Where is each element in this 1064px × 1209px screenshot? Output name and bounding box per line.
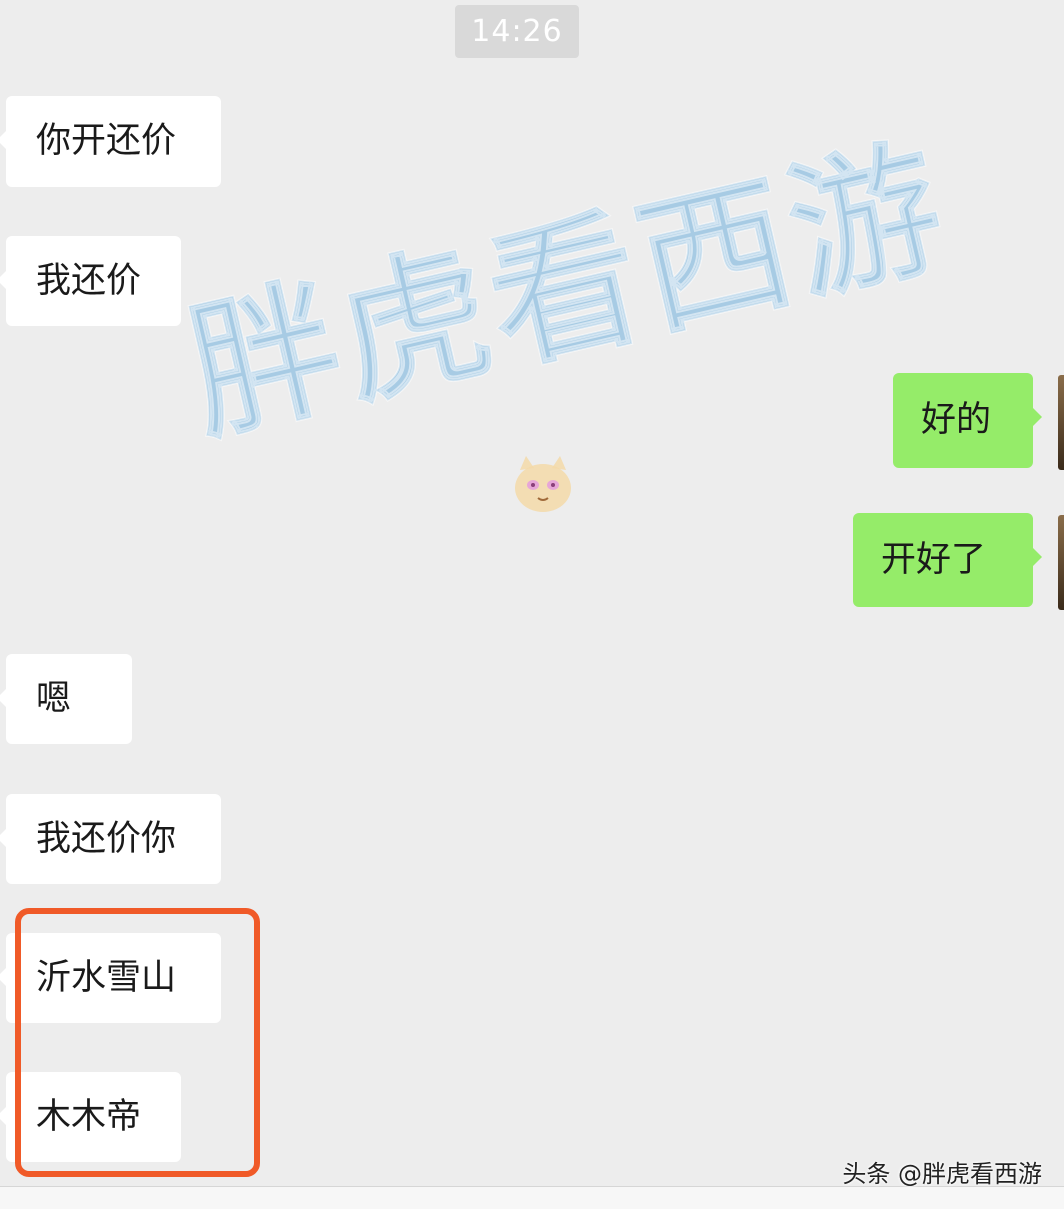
chat-area: 14:26 你开还价 我还价 好的 开好了 嗯 我还价你 沂水雪山 木木帝 xyxy=(0,0,1064,1209)
incoming-message[interactable]: 嗯 xyxy=(0,654,132,744)
message-timestamp: 14:26 xyxy=(455,5,579,58)
outgoing-message[interactable]: 好的 xyxy=(893,373,1042,468)
input-bar xyxy=(0,1186,1064,1209)
avatar[interactable] xyxy=(1058,515,1064,610)
incoming-message[interactable]: 我还价 xyxy=(0,236,181,326)
avatar[interactable] xyxy=(1058,375,1064,470)
outgoing-message[interactable]: 开好了 xyxy=(853,513,1042,607)
incoming-message[interactable]: 我还价你 xyxy=(0,794,221,884)
source-credit: 头条 @胖虎看西游 xyxy=(842,1160,1042,1188)
incoming-message[interactable]: 你开还价 xyxy=(0,96,221,187)
highlight-box xyxy=(15,908,260,1177)
